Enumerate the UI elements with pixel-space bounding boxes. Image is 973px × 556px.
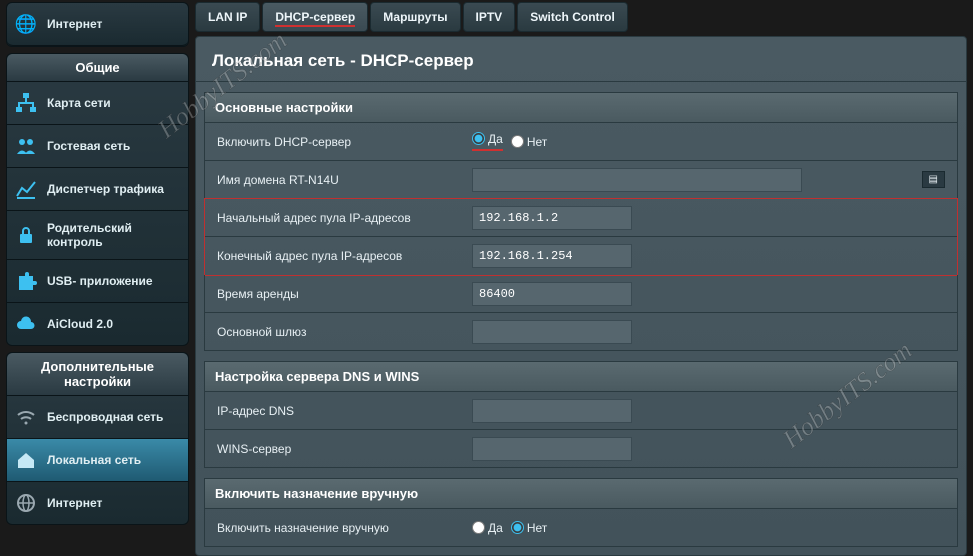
sidebar-advanced-box: Дополнительные настройки Беспроводная се… [6, 352, 189, 525]
label-manual-enable: Включить назначение вручную [205, 513, 460, 543]
settings-panel: Локальная сеть - DHCP-сервер Основные на… [195, 36, 967, 556]
row-wins: WINS-сервер [204, 430, 958, 468]
page-title: Локальная сеть - DHCP-сервер [196, 37, 966, 82]
input-domain[interactable] [472, 168, 802, 192]
home-icon [15, 449, 37, 471]
tab-routes[interactable]: Маршруты [370, 2, 460, 32]
contacts-icon[interactable]: ▤ [922, 171, 945, 188]
sidebar-item-label: Родительский контроль [47, 221, 180, 249]
radio-enable-yes[interactable]: Да [472, 132, 503, 146]
sidebar-item-label: Локальная сеть [47, 453, 141, 467]
sidebar-item-internet[interactable]: Интернет [7, 482, 188, 524]
sidebar-item-aicloud[interactable]: AiCloud 2.0 [7, 303, 188, 345]
sidebar-item-lan[interactable]: Локальная сеть [7, 439, 188, 482]
tab-switch[interactable]: Switch Control [517, 2, 628, 32]
sidebar-item-label: Диспетчер трафика [47, 182, 164, 196]
sidebar-item-label: Гостевая сеть [47, 139, 130, 153]
label-ip-start: Начальный адрес пула IP-адресов [205, 203, 460, 233]
input-lease[interactable] [472, 282, 632, 306]
puzzle-icon [15, 270, 37, 292]
sidebar-top-box: 🌐 Интернет [6, 2, 189, 47]
label-ip-end: Конечный адрес пула IP-адресов [205, 241, 460, 271]
section-dns: IP-адрес DNS WINS-сервер [204, 392, 958, 468]
lock-icon [15, 224, 37, 246]
sidebar-item-traffic-manager[interactable]: Диспетчер трафика [7, 168, 188, 211]
tab-label: Switch Control [530, 10, 615, 24]
row-gateway: Основной шлюз [204, 313, 958, 351]
tab-label: DHCP-сервер [275, 10, 355, 27]
label-gateway: Основной шлюз [205, 317, 460, 347]
radio-label: Да [488, 521, 503, 535]
section-basic-cont: Время аренды Основной шлюз [204, 275, 958, 351]
sidebar-item-label: Интернет [47, 17, 102, 31]
radio-label: Нет [527, 135, 547, 149]
row-dns: IP-адрес DNS [204, 392, 958, 430]
tab-label: Маршруты [383, 10, 447, 24]
label-enable-dhcp: Включить DHCP-сервер [205, 127, 460, 157]
tab-label: IPTV [476, 10, 503, 24]
network-icon [15, 92, 37, 114]
row-enable-dhcp: Включить DHCP-сервер Да Нет [204, 123, 958, 161]
sidebar-item-label: Интернет [47, 496, 102, 510]
sidebar-item-parental-control[interactable]: Родительский контроль [7, 211, 188, 260]
input-ip-end[interactable] [472, 244, 632, 268]
sidebar-item-network-map[interactable]: Карта сети [7, 82, 188, 125]
traffic-icon [15, 178, 37, 200]
label-wins: WINS-сервер [205, 434, 460, 464]
input-gateway[interactable] [472, 320, 632, 344]
globe-icon [15, 492, 37, 514]
row-lease: Время аренды [204, 275, 958, 313]
input-ip-start[interactable] [472, 206, 632, 230]
sidebar-item-label: USB- приложение [47, 274, 153, 288]
section-basic-heading: Основные настройки [204, 92, 958, 123]
section-manual: Включить назначение вручную Да Нет [204, 509, 958, 547]
tab-iptv[interactable]: IPTV [463, 2, 516, 32]
main-content: LAN IP DHCP-сервер Маршруты IPTV Switch … [195, 0, 973, 550]
tabs: LAN IP DHCP-сервер Маршруты IPTV Switch … [195, 2, 967, 32]
radio-label: Нет [527, 521, 547, 535]
section-manual-heading: Включить назначение вручную [204, 478, 958, 509]
label-dns: IP-адрес DNS [205, 396, 460, 426]
row-manual-enable: Включить назначение вручную Да Нет [204, 509, 958, 547]
cloud-icon [15, 313, 37, 335]
tab-dhcp[interactable]: DHCP-сервер [262, 2, 368, 32]
section-basic: Включить DHCP-сервер Да Нет Имя домена R… [204, 123, 958, 199]
section-dns-heading: Настройка сервера DNS и WINS [204, 361, 958, 392]
sidebar-item-label: Карта сети [47, 96, 111, 110]
row-ip-end: Конечный адрес пула IP-адресов [205, 237, 957, 275]
sidebar-advanced-heading: Дополнительные настройки [7, 353, 188, 396]
radio-manual-no[interactable]: Нет [511, 521, 547, 535]
sidebar-item-label: AiCloud 2.0 [47, 317, 113, 331]
tab-label: LAN IP [208, 10, 247, 24]
globe-icon: 🌐 [15, 13, 37, 35]
sidebar-general-box: Общие Карта сети Гостевая сеть Диспетчер… [6, 53, 189, 346]
sidebar-item-guest-network[interactable]: Гостевая сеть [7, 125, 188, 168]
sidebar-item-internet-top[interactable]: 🌐 Интернет [7, 3, 188, 46]
sidebar: 🌐 Интернет Общие Карта сети Гостевая сет… [0, 0, 195, 550]
input-wins[interactable] [472, 437, 632, 461]
input-dns[interactable] [472, 399, 632, 423]
radio-manual-yes[interactable]: Да [472, 521, 503, 535]
sidebar-item-label: Беспроводная сеть [47, 410, 163, 424]
highlight-ip-pool: Начальный адрес пула IP-адресов Конечный… [204, 198, 958, 276]
tab-lan-ip[interactable]: LAN IP [195, 2, 260, 32]
sidebar-item-usb-app[interactable]: USB- приложение [7, 260, 188, 303]
row-domain: Имя домена RT-N14U ▤ [204, 161, 958, 199]
row-ip-start: Начальный адрес пула IP-адресов [205, 199, 957, 237]
sidebar-general-heading: Общие [7, 54, 188, 82]
wifi-icon [15, 406, 37, 428]
radio-label: Да [488, 132, 503, 146]
guests-icon [15, 135, 37, 157]
label-domain: Имя домена RT-N14U [205, 165, 460, 195]
radio-enable-no[interactable]: Нет [511, 135, 547, 149]
label-lease: Время аренды [205, 279, 460, 309]
sidebar-item-wireless[interactable]: Беспроводная сеть [7, 396, 188, 439]
